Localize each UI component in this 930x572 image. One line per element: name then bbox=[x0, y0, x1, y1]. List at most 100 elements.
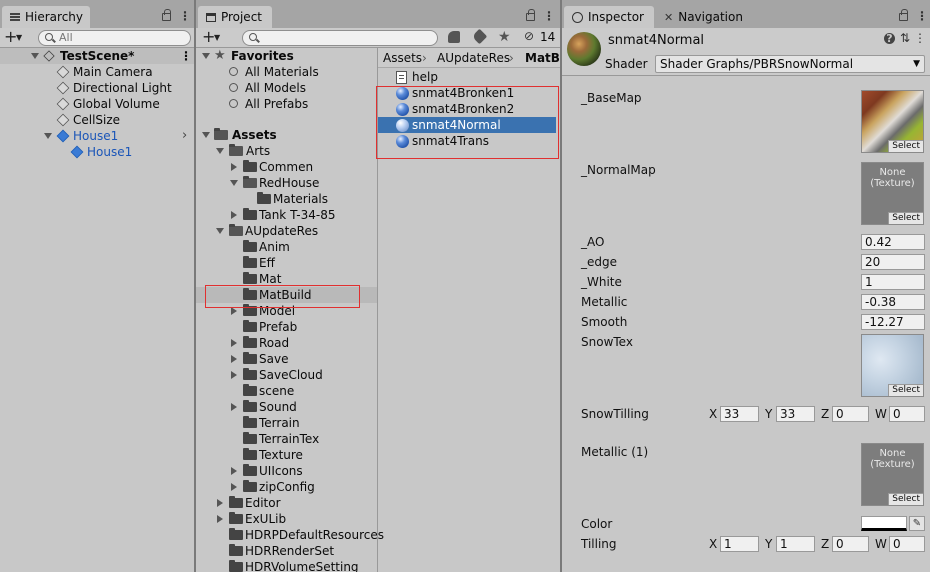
snowtex-select-button[interactable]: Select bbox=[888, 384, 923, 396]
collapsed-arrow-icon[interactable] bbox=[231, 339, 237, 347]
tree-folder[interactable]: zipConfig bbox=[196, 479, 377, 495]
tilling-w-field[interactable]: 0 bbox=[889, 536, 925, 552]
tree-folder[interactable]: Texture bbox=[196, 447, 377, 463]
ao-field[interactable]: 0.42 bbox=[861, 234, 925, 250]
tree-folder[interactable]: ExULib bbox=[196, 511, 377, 527]
metallic-field[interactable]: -0.38 bbox=[861, 294, 925, 310]
tree-folder[interactable]: HDRRenderSet bbox=[196, 543, 377, 559]
tree-folder[interactable]: Arts bbox=[196, 143, 377, 159]
collapsed-arrow-icon[interactable] bbox=[231, 467, 237, 475]
hierarchy-item-house1[interactable]: House1 › bbox=[0, 128, 194, 144]
tree-folder[interactable]: Road bbox=[196, 335, 377, 351]
tree-folder[interactable]: Commen bbox=[196, 159, 377, 175]
collapsed-arrow-icon[interactable] bbox=[217, 499, 223, 507]
collapsed-arrow-icon[interactable] bbox=[217, 515, 223, 523]
shader-dropdown[interactable]: Shader Graphs/PBRSnowNormal ▼ bbox=[655, 55, 925, 73]
favorite-star-icon[interactable]: ★ bbox=[498, 29, 511, 45]
snowtilling-z-field[interactable]: 0 bbox=[832, 406, 869, 422]
tree-folder[interactable]: Terrain bbox=[196, 415, 377, 431]
favorite-item[interactable]: All Prefabs bbox=[196, 96, 377, 112]
color-swatch[interactable] bbox=[861, 516, 907, 531]
tab-hierarchy[interactable]: Hierarchy bbox=[2, 6, 90, 28]
tree-folder[interactable]: SaveCloud bbox=[196, 367, 377, 383]
dropdown-icon[interactable]: ▼ bbox=[214, 33, 220, 42]
settings-icon[interactable]: ⋮ bbox=[914, 31, 926, 45]
snowtilling-y-field[interactable]: 33 bbox=[776, 406, 815, 422]
expand-arrow-icon[interactable] bbox=[230, 180, 238, 186]
scene-menu-icon[interactable]: ⋮ bbox=[180, 50, 192, 62]
tab-inspector[interactable]: Inspector bbox=[564, 6, 654, 28]
hierarchy-item-global-volume[interactable]: Global Volume bbox=[0, 96, 194, 112]
normalmap-select-button[interactable]: Select bbox=[888, 212, 923, 224]
label-tag-icon[interactable] bbox=[471, 28, 488, 45]
hidden-packages-icon[interactable]: ⊘ bbox=[524, 29, 534, 43]
breadcrumb-item-current[interactable]: MatBuil bbox=[525, 48, 560, 67]
tree-folder[interactable]: UIIcons bbox=[196, 463, 377, 479]
collapsed-arrow-icon[interactable] bbox=[231, 403, 237, 411]
tilling-y-field[interactable]: 1 bbox=[776, 536, 815, 552]
hierarchy-item-directional-light[interactable]: Directional Light bbox=[0, 80, 194, 96]
help-icon[interactable]: ? bbox=[884, 33, 895, 44]
hierarchy-search-input[interactable]: All bbox=[38, 30, 191, 46]
tree-folder[interactable]: Prefab bbox=[196, 319, 377, 335]
collapsed-arrow-icon[interactable] bbox=[231, 483, 237, 491]
tree-folder[interactable]: HDRPDefaultResources bbox=[196, 527, 384, 543]
preset-icon[interactable]: ⇅ bbox=[900, 31, 910, 45]
basemap-select-button[interactable]: Select bbox=[888, 140, 923, 152]
assets-root-row[interactable]: Assets bbox=[196, 127, 377, 143]
file-item[interactable]: help bbox=[378, 69, 560, 85]
eyedropper-icon[interactable]: ✎ bbox=[909, 516, 925, 531]
edge-field[interactable]: 20 bbox=[861, 254, 925, 270]
tree-folder[interactable]: RedHouse bbox=[196, 175, 377, 191]
expand-arrow-icon[interactable] bbox=[31, 53, 39, 59]
chevron-right-icon[interactable]: › bbox=[182, 128, 187, 144]
lock-icon[interactable] bbox=[899, 9, 908, 21]
collapsed-arrow-icon[interactable] bbox=[231, 307, 237, 315]
expand-arrow-icon[interactable] bbox=[44, 133, 52, 139]
expand-arrow-icon[interactable] bbox=[216, 148, 224, 154]
kebab-menu-icon[interactable]: ⋮ bbox=[179, 10, 191, 22]
metallic1-texture-slot[interactable]: None (Texture) Select bbox=[861, 443, 924, 506]
smooth-field[interactable]: -12.27 bbox=[861, 314, 925, 330]
tilling-z-field[interactable]: 0 bbox=[832, 536, 869, 552]
collapsed-arrow-icon[interactable] bbox=[231, 355, 237, 363]
kebab-menu-icon[interactable]: ⋮ bbox=[543, 10, 555, 22]
expand-arrow-icon[interactable] bbox=[202, 132, 210, 138]
tree-folder[interactable]: Materials bbox=[196, 191, 377, 207]
dropdown-icon[interactable]: ▼ bbox=[16, 33, 22, 42]
project-search-input[interactable] bbox=[242, 30, 438, 46]
tab-navigation[interactable]: ✕ Navigation bbox=[656, 6, 766, 28]
tree-folder[interactable]: TerrainTex bbox=[196, 431, 377, 447]
hierarchy-item-cellsize[interactable]: CellSize bbox=[0, 112, 194, 128]
tree-folder[interactable]: Save bbox=[196, 351, 377, 367]
tab-project[interactable]: Project bbox=[198, 6, 272, 28]
normalmap-texture-slot[interactable]: None (Texture) Select bbox=[861, 162, 924, 225]
tilling-x-field[interactable]: 1 bbox=[720, 536, 759, 552]
tree-folder[interactable]: Editor bbox=[196, 495, 377, 511]
tree-folder[interactable]: Tank T-34-85 bbox=[196, 207, 377, 223]
lock-icon[interactable] bbox=[526, 9, 535, 21]
breadcrumb-item[interactable]: Assets bbox=[383, 48, 422, 67]
tree-folder[interactable]: scene bbox=[196, 383, 377, 399]
white-field[interactable]: 1 bbox=[861, 274, 925, 290]
favorites-row[interactable]: ★ Favorites bbox=[196, 48, 377, 64]
collapsed-arrow-icon[interactable] bbox=[231, 371, 237, 379]
breadcrumb-item[interactable]: AUpdateRes bbox=[437, 48, 510, 67]
snowtilling-x-field[interactable]: 33 bbox=[720, 406, 759, 422]
favorite-item[interactable]: All Materials bbox=[196, 64, 377, 80]
expand-arrow-icon[interactable] bbox=[202, 53, 210, 59]
hierarchy-item-house1-child[interactable]: House1 bbox=[0, 144, 194, 160]
tree-folder[interactable]: AUpdateRes bbox=[196, 223, 377, 239]
tree-folder[interactable]: Anim bbox=[196, 239, 377, 255]
hierarchy-item-main-camera[interactable]: Main Camera bbox=[0, 64, 194, 80]
snowtilling-w-field[interactable]: 0 bbox=[889, 406, 925, 422]
expand-arrow-icon[interactable] bbox=[216, 228, 224, 234]
scene-row[interactable]: TestScene* ⋮ bbox=[0, 48, 194, 64]
lock-icon[interactable] bbox=[162, 9, 171, 21]
basemap-texture-slot[interactable]: Select bbox=[861, 90, 924, 153]
collapsed-arrow-icon[interactable] bbox=[231, 163, 237, 171]
metallic1-select-button[interactable]: Select bbox=[888, 493, 923, 505]
tree-folder[interactable]: HDRVolumeSetting bbox=[196, 559, 377, 572]
snowtex-texture-slot[interactable]: Select bbox=[861, 334, 924, 397]
collapsed-arrow-icon[interactable] bbox=[231, 211, 237, 219]
